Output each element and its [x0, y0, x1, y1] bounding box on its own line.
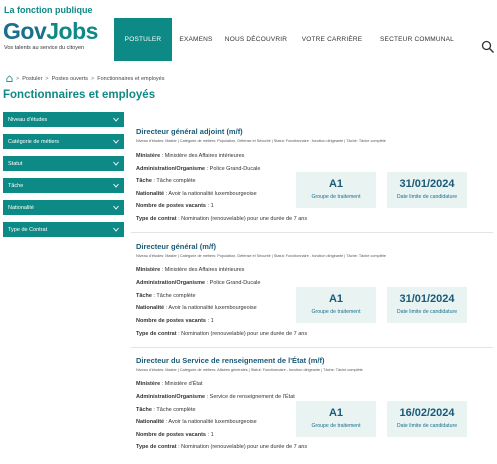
chevron-down-icon [113, 117, 119, 122]
offer-title[interactable]: Directeur général (m/f) [136, 242, 216, 251]
offer-tache: Tâche : Tâche complète [136, 293, 196, 299]
filter-label: Tâche [8, 182, 24, 189]
offer-postes: Nombre de postes vacants : 1 [136, 432, 214, 438]
divider [131, 232, 493, 233]
govjobs-logo[interactable]: GovJobs [3, 18, 98, 45]
job-offer: Directeur du Service de renseignement de… [131, 356, 493, 464]
job-offer: Directeur général (m/f) Niveau d'études:… [131, 242, 493, 352]
breadcrumb-current: Fonctionnaires et employés [97, 75, 165, 82]
offer-postes: Nombre de postes vacants : 1 [136, 203, 214, 209]
offer-meta: Niveau d'études: Master | Catégorie de m… [136, 254, 386, 258]
nav-votre-carriere[interactable]: VOTRE CARRIÈRE [292, 18, 372, 61]
offer-contrat: Type de contrat : Nomination (renouvelab… [136, 216, 308, 222]
page-title: Fonctionnaires et employés [3, 89, 156, 101]
groupe-value: A1 [328, 293, 344, 305]
offer-postes: Nombre de postes vacants : 1 [136, 318, 214, 324]
filter-label: Statut [8, 160, 23, 167]
offer-tache: Tâche : Tâche complète [136, 407, 196, 413]
offer-administration: Administration/Organisme : Service de re… [136, 394, 295, 400]
filter-label: Niveau d'études [8, 116, 48, 123]
filter-nationalite[interactable]: Nationalité [3, 200, 124, 215]
offer-nationalite: Nationalité : Avoir la nationalité luxem… [136, 419, 257, 425]
date-value: 16/02/2024 [399, 407, 455, 419]
breadcrumb-separator: > [16, 75, 20, 82]
job-offer: Directeur général adjoint (m/f) Niveau d… [131, 127, 493, 237]
date-label: Date limite de candidature [396, 309, 458, 315]
nav-postuler[interactable]: POSTULER [114, 18, 172, 61]
offer-title[interactable]: Directeur du Service de renseignement de… [136, 356, 325, 365]
filter-label: Nationalité [8, 204, 34, 211]
groupe-label: Groupe de traitement [311, 194, 361, 200]
chevron-down-icon [113, 161, 119, 166]
filter-niveau-etudes[interactable]: Niveau d'études [3, 112, 124, 127]
offer-nationalite: Nationalité : Avoir la nationalité luxem… [136, 305, 257, 311]
filter-statut[interactable]: Statut [3, 156, 124, 171]
divider [131, 347, 493, 348]
brand-tagline: Vos talents au service du citoyen [4, 45, 85, 51]
offer-nationalite: Nationalité : Avoir la nationalité luxem… [136, 191, 257, 197]
offer-title[interactable]: Directeur général adjoint (m/f) [136, 127, 243, 136]
filter-tache[interactable]: Tâche [3, 178, 124, 193]
date-limite-box: 31/01/2024 Date limite de candidature [387, 172, 467, 208]
offer-ministere: Ministère : Ministère des Affaires intér… [136, 267, 245, 273]
breadcrumb: > Postuler > Postes ouverts > Fonctionna… [6, 75, 165, 82]
date-value: 31/01/2024 [399, 178, 455, 190]
groupe-value: A1 [328, 178, 344, 190]
search-icon[interactable] [481, 40, 495, 54]
groupe-traitement-box: A1 Groupe de traitement [296, 287, 376, 323]
offer-administration: Administration/Organisme : Police Grand-… [136, 280, 261, 286]
chevron-down-icon [113, 227, 119, 232]
groupe-label: Groupe de traitement [311, 309, 361, 315]
chevron-down-icon [113, 139, 119, 144]
groupe-label: Groupe de traitement [311, 423, 361, 429]
chevron-down-icon [113, 183, 119, 188]
date-label: Date limite de candidature [396, 194, 458, 200]
breadcrumb-postuler[interactable]: Postuler [22, 76, 42, 82]
date-limite-box: 16/02/2024 Date limite de candidature [387, 401, 467, 437]
date-label: Date limite de candidature [396, 423, 458, 429]
brand-top-text: La fonction publique [4, 5, 93, 15]
home-icon[interactable] [6, 75, 13, 82]
filter-label: Type de Contrat [8, 226, 48, 233]
main-nav: POSTULER EXAMENS NOUS DÉCOUVRIR VOTRE CA… [114, 18, 462, 61]
date-limite-box: 31/01/2024 Date limite de candidature [387, 287, 467, 323]
groupe-traitement-box: A1 Groupe de traitement [296, 172, 376, 208]
filter-type-contrat[interactable]: Type de Contrat [3, 222, 124, 237]
nav-examens[interactable]: EXAMENS [172, 18, 220, 61]
date-value: 31/01/2024 [399, 293, 455, 305]
filter-label: Catégorie de métiers [8, 138, 60, 145]
offer-tache: Tâche : Tâche complète [136, 178, 196, 184]
nav-secteur-communal[interactable]: SECTEUR COMMUNAL [372, 18, 462, 61]
offer-contrat: Type de contrat : Nomination (renouvelab… [136, 331, 308, 337]
offer-meta: Niveau d'études: Master | Catégorie de m… [136, 368, 363, 372]
chevron-down-icon [113, 205, 119, 210]
groupe-traitement-box: A1 Groupe de traitement [296, 401, 376, 437]
offer-ministere: Ministère : Ministère d'État [136, 381, 203, 387]
filter-categorie-metiers[interactable]: Catégorie de métiers [3, 134, 124, 149]
offer-meta: Niveau d'études: Master | Catégorie de m… [136, 139, 386, 143]
offer-administration: Administration/Organisme : Police Grand-… [136, 166, 261, 172]
breadcrumb-separator: > [45, 75, 49, 82]
offer-contrat: Type de contrat : Nomination (renouvelab… [136, 444, 308, 450]
site-header: La fonction publique GovJobs Vos talents… [0, 0, 497, 66]
groupe-value: A1 [328, 407, 344, 419]
nav-nous-decouvrir[interactable]: NOUS DÉCOUVRIR [220, 18, 292, 61]
filter-sidebar: Niveau d'études Catégorie de métiers Sta… [3, 112, 124, 244]
breadcrumb-postes-ouverts[interactable]: Postes ouverts [52, 76, 88, 82]
offer-ministere: Ministère : Ministère des Affaires intér… [136, 153, 245, 159]
breadcrumb-separator: > [91, 75, 95, 82]
